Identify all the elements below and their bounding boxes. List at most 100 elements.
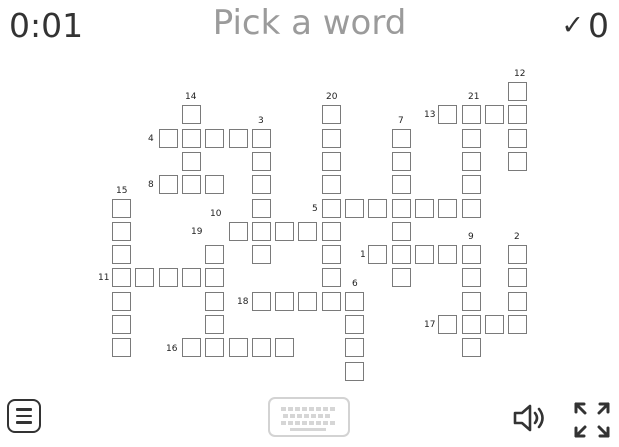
crossword-cell[interactable]	[112, 221, 131, 241]
crossword-cell[interactable]	[321, 151, 341, 171]
crossword-cell[interactable]	[368, 198, 388, 218]
crossword-cell[interactable]	[345, 198, 364, 218]
crossword-cell[interactable]	[461, 128, 481, 148]
crossword-cell[interactable]	[391, 151, 411, 171]
crossword-cell[interactable]	[251, 198, 271, 218]
crossword-cell[interactable]	[251, 291, 271, 311]
crossword-cell[interactable]	[112, 315, 131, 334]
crossword-cell[interactable]	[345, 338, 364, 358]
crossword-cell[interactable]	[158, 268, 178, 288]
crossword-cell[interactable]	[391, 245, 411, 265]
crossword-cell[interactable]	[391, 268, 411, 288]
crossword-cell[interactable]	[251, 221, 271, 241]
crossword-cell[interactable]	[368, 245, 388, 265]
crossword-cell[interactable]	[438, 245, 458, 265]
crossword-cell[interactable]	[321, 245, 341, 265]
crossword-cell[interactable]	[508, 245, 528, 265]
crossword-cell[interactable]	[391, 198, 411, 218]
crossword-cell[interactable]	[508, 291, 528, 311]
fullscreen-button[interactable]	[574, 402, 610, 438]
keyboard-button[interactable]	[268, 397, 350, 437]
crossword-cell[interactable]	[251, 128, 271, 148]
clue-number: 19	[191, 227, 203, 237]
crossword-cell[interactable]	[438, 315, 458, 334]
crossword-cell[interactable]	[205, 291, 225, 311]
crossword-cell[interactable]	[345, 315, 364, 334]
crossword-cell[interactable]	[508, 151, 528, 171]
crossword-cell[interactable]	[181, 268, 201, 288]
crossword-cell[interactable]	[321, 221, 341, 241]
crossword-cell[interactable]	[181, 128, 201, 148]
crossword-cell[interactable]	[484, 105, 504, 125]
crossword-cell[interactable]	[508, 82, 528, 101]
crossword-cell[interactable]	[205, 315, 225, 334]
crossword-cell[interactable]	[251, 338, 271, 358]
crossword-cell[interactable]	[461, 151, 481, 171]
crossword-cell[interactable]	[112, 198, 131, 218]
crossword-cell[interactable]	[158, 128, 178, 148]
crossword-cell[interactable]	[321, 105, 341, 125]
crossword-cell[interactable]	[135, 268, 155, 288]
crossword-cell[interactable]	[181, 151, 201, 171]
crossword-cell[interactable]	[181, 338, 201, 358]
crossword-cell[interactable]	[181, 175, 201, 195]
crossword-cell[interactable]	[112, 338, 131, 358]
crossword-cell[interactable]	[484, 315, 504, 334]
crossword-cell[interactable]	[508, 268, 528, 288]
crossword-cell[interactable]	[275, 221, 295, 241]
crossword-cell[interactable]	[391, 221, 411, 241]
crossword-cell[interactable]	[321, 175, 341, 195]
crossword-cell[interactable]	[461, 198, 481, 218]
crossword-cell[interactable]	[508, 128, 528, 148]
crossword-cell[interactable]	[321, 291, 341, 311]
crossword-cell[interactable]	[414, 198, 434, 218]
crossword-cell[interactable]	[275, 291, 295, 311]
crossword-cell[interactable]	[251, 245, 271, 265]
crossword-cell[interactable]	[461, 315, 481, 334]
crossword-cell[interactable]	[205, 175, 225, 195]
crossword-cell[interactable]	[461, 245, 481, 265]
menu-button[interactable]	[7, 399, 41, 433]
crossword-cell[interactable]	[345, 361, 364, 381]
crossword-cell[interactable]	[205, 245, 225, 265]
clue-number: 18	[237, 297, 249, 307]
crossword-cell[interactable]	[298, 291, 318, 311]
crossword-cell[interactable]	[461, 105, 481, 125]
crossword-cell[interactable]	[251, 151, 271, 171]
crossword-cell[interactable]	[112, 245, 131, 265]
crossword-cell[interactable]	[321, 128, 341, 148]
crossword-cell[interactable]	[228, 128, 248, 148]
crossword-cell[interactable]	[438, 198, 458, 218]
crossword-cell[interactable]	[112, 268, 131, 288]
sound-button[interactable]	[512, 402, 550, 434]
crossword-cell[interactable]	[181, 105, 201, 125]
crossword-cell[interactable]	[205, 128, 225, 148]
crossword-cell[interactable]	[391, 128, 411, 148]
crossword-cell[interactable]	[345, 291, 364, 311]
crossword-cell[interactable]	[508, 315, 528, 334]
crossword-cell[interactable]	[461, 268, 481, 288]
crossword-cell[interactable]	[228, 221, 248, 241]
clue-number: 6	[352, 279, 358, 289]
clue-number: 15	[116, 186, 128, 196]
crossword-cell[interactable]	[321, 268, 341, 288]
crossword-cell[interactable]	[461, 291, 481, 311]
crossword-cell[interactable]	[321, 198, 341, 218]
crossword-cell[interactable]	[461, 175, 481, 195]
crossword-cell[interactable]	[112, 291, 131, 311]
crossword-cell[interactable]	[228, 338, 248, 358]
crossword-cell[interactable]	[205, 268, 225, 288]
crossword-cell[interactable]	[414, 245, 434, 265]
crossword-cell[interactable]	[275, 338, 295, 358]
crossword-cell[interactable]	[251, 175, 271, 195]
crossword-cell[interactable]	[205, 338, 225, 358]
crossword-cell[interactable]	[298, 221, 318, 241]
clue-number: 17	[424, 320, 436, 330]
clue-number: 2	[514, 232, 520, 242]
crossword-cell[interactable]	[438, 105, 458, 125]
clue-number: 11	[98, 273, 110, 283]
crossword-cell[interactable]	[508, 105, 528, 125]
crossword-cell[interactable]	[461, 338, 481, 358]
crossword-cell[interactable]	[158, 175, 178, 195]
crossword-cell[interactable]	[391, 175, 411, 195]
